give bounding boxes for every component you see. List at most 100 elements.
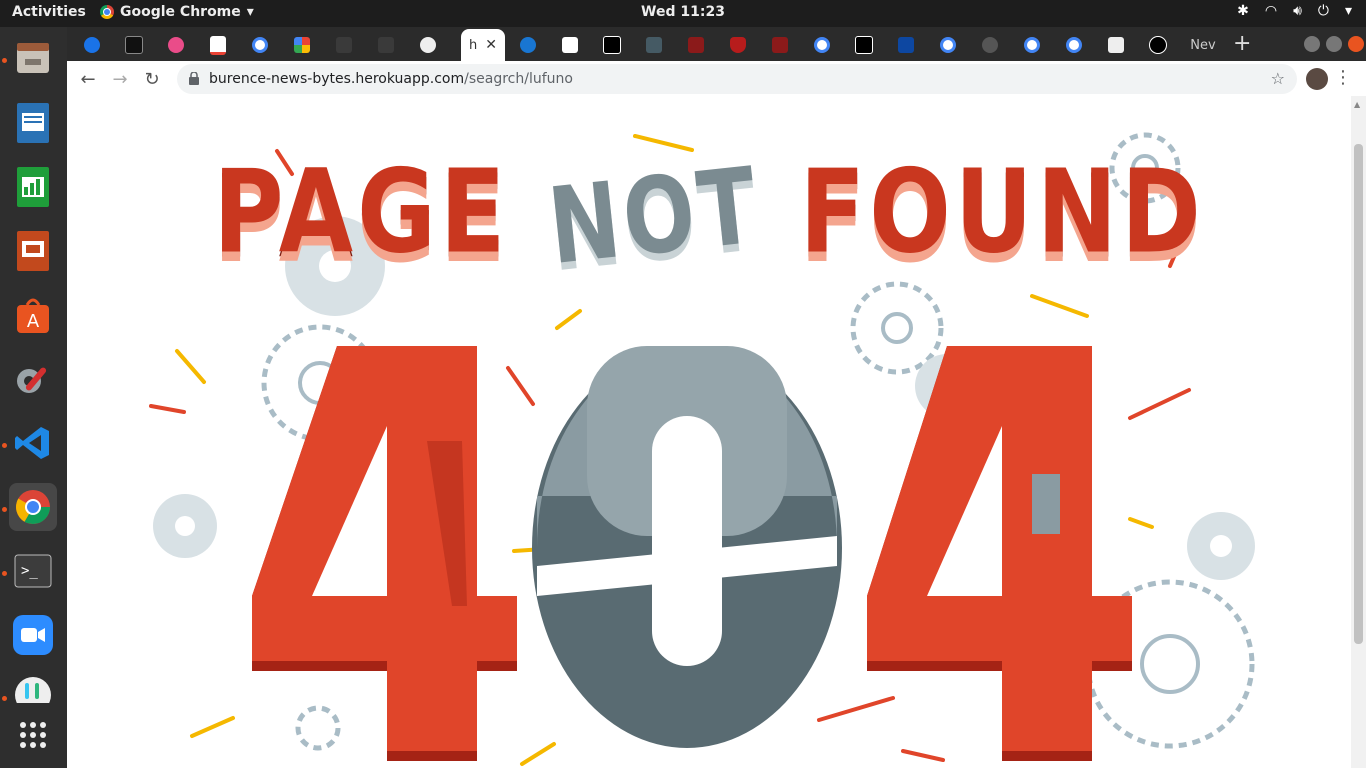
tab[interactable] — [887, 29, 925, 61]
tab[interactable] — [509, 29, 547, 61]
url-host: burence-news-bytes.herokuapp.com — [209, 71, 465, 87]
system-top-bar: Activities Google Chrome ▾ Wed 11:23 ✱ ◠… — [0, 0, 1366, 27]
profile-avatar[interactable] — [1306, 68, 1328, 90]
digit-four-left — [252, 346, 517, 761]
tab-favicon-icon — [855, 36, 873, 54]
tab-active[interactable]: h ✕ — [461, 29, 505, 61]
slack-tray-icon[interactable]: ✱ — [1237, 3, 1249, 19]
page-scrollbar[interactable]: ▲ — [1351, 96, 1366, 768]
system-tray[interactable]: ✱ ◠ 🔊︎ ⏻ ▾ — [1237, 3, 1352, 19]
running-indicator — [2, 58, 7, 63]
tab[interactable]: Nev — [1181, 29, 1225, 61]
tab[interactable] — [803, 29, 841, 61]
headline-word-page: PAGE — [213, 144, 510, 280]
url-text: burence-news-bytes.herokuapp.com/seagrch… — [209, 71, 573, 87]
tab-favicon-icon — [520, 37, 536, 53]
tab[interactable] — [241, 29, 279, 61]
chrome-dock-icon[interactable] — [9, 483, 57, 531]
tab[interactable] — [593, 29, 631, 61]
scrollbar-thumb[interactable] — [1354, 144, 1363, 644]
files-icon[interactable] — [9, 35, 57, 83]
tab[interactable] — [551, 29, 589, 61]
bookmark-star-icon[interactable]: ☆ — [1271, 69, 1285, 88]
address-bar[interactable]: burence-news-bytes.herokuapp.com/seagrch… — [177, 64, 1297, 94]
libreoffice-calc-icon[interactable] — [9, 163, 57, 211]
tab-favicon-icon — [688, 37, 704, 53]
browser-toolbar: ← → ↻ burence-news-bytes.herokuapp.com/s… — [67, 61, 1366, 97]
tab-favicon-icon — [378, 37, 394, 53]
tab[interactable] — [971, 29, 1009, 61]
tab[interactable] — [677, 29, 715, 61]
tab[interactable] — [761, 29, 799, 61]
minimize-button[interactable] — [1304, 36, 1320, 52]
headline-word-found: FOUND — [799, 144, 1205, 280]
tab-favicon-icon — [125, 36, 143, 54]
wifi-icon[interactable]: ◠ — [1265, 3, 1277, 19]
tab[interactable] — [1097, 29, 1135, 61]
menu-kebab-icon[interactable]: ⋮ — [1334, 67, 1352, 88]
tab-label: Nev — [1190, 37, 1216, 53]
power-icon[interactable]: ⏻ — [1318, 3, 1329, 19]
libreoffice-impress-icon[interactable] — [9, 227, 57, 275]
back-arrow-icon[interactable]: ← — [77, 68, 99, 90]
tab-favicon-icon — [982, 37, 998, 53]
libreoffice-writer-icon[interactable] — [9, 99, 57, 147]
window-controls — [1304, 36, 1364, 52]
tab[interactable] — [409, 29, 447, 61]
svg-text:A: A — [27, 311, 40, 332]
digit-four-right — [867, 346, 1132, 761]
tab-favicon-icon — [336, 37, 352, 53]
running-indicator — [2, 443, 7, 448]
show-applications-icon[interactable] — [9, 711, 57, 759]
scroll-up-icon[interactable]: ▲ — [1354, 100, 1360, 109]
running-indicator — [2, 696, 7, 701]
close-icon[interactable]: ✕ — [485, 37, 497, 53]
tab[interactable] — [157, 29, 195, 61]
tab[interactable] — [845, 29, 883, 61]
settings-icon[interactable] — [9, 355, 57, 403]
tab[interactable] — [325, 29, 363, 61]
slack-dock-icon[interactable] — [9, 675, 57, 703]
terminal-icon[interactable]: >_ — [9, 547, 57, 595]
software-center-icon[interactable]: A — [9, 291, 57, 339]
maximize-button[interactable] — [1326, 36, 1342, 52]
google-icon — [940, 37, 956, 53]
dribbble-icon — [168, 37, 184, 53]
app-menu[interactable]: Google Chrome ▾ — [100, 4, 254, 20]
chevron-down-icon[interactable]: ▾ — [1345, 3, 1352, 19]
tab-strip: h ✕ Nev + — [67, 27, 1366, 61]
window-close-button[interactable] — [1348, 36, 1364, 52]
tab[interactable] — [1013, 29, 1051, 61]
tab[interactable] — [719, 29, 757, 61]
tab[interactable] — [73, 29, 111, 61]
tab[interactable] — [199, 29, 237, 61]
google-icon — [1024, 37, 1040, 53]
google-icon — [814, 37, 830, 53]
tab[interactable] — [367, 29, 405, 61]
zoom-icon[interactable] — [9, 611, 57, 659]
dock: A >_ — [0, 27, 67, 768]
reload-icon[interactable]: ↻ — [141, 68, 163, 90]
vscode-icon[interactable] — [9, 419, 57, 467]
new-tab-button[interactable]: + — [1233, 31, 1251, 56]
activities-button[interactable]: Activities — [12, 4, 86, 20]
chevron-down-icon: ▾ — [246, 4, 254, 20]
volume-icon[interactable]: 🔊︎ — [1293, 3, 1302, 19]
page-not-found-heading: PAGE NOT FOUND — [67, 144, 1351, 288]
tab-favicon-icon — [772, 37, 788, 53]
tab[interactable] — [929, 29, 967, 61]
tab-favicon-icon — [1108, 37, 1124, 53]
tab[interactable] — [283, 29, 321, 61]
tab-active-label: h — [469, 37, 478, 53]
tab-favicon-icon — [84, 37, 100, 53]
github-icon — [420, 37, 436, 53]
tab[interactable] — [1139, 29, 1177, 61]
tab[interactable] — [635, 29, 673, 61]
page-content: PAGE NOT FOUND — [67, 96, 1351, 768]
tab-favicon-icon — [603, 36, 621, 54]
tab[interactable] — [115, 29, 153, 61]
tab[interactable] — [1055, 29, 1093, 61]
digit-zero-gear — [532, 346, 842, 748]
forward-arrow-icon[interactable]: → — [109, 68, 131, 90]
app-menu-label: Google Chrome — [120, 4, 241, 20]
